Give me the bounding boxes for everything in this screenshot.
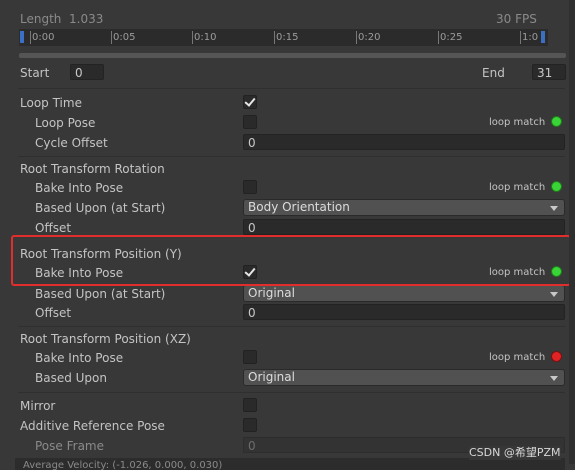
timeline-tick-label: 0:00 xyxy=(32,32,55,43)
start-label: Start xyxy=(20,66,50,80)
fps-label: 30 FPS xyxy=(496,12,537,26)
timeline-range-bar[interactable] xyxy=(19,53,566,58)
root-position-y-offset-field[interactable]: 0 xyxy=(243,304,565,320)
root-rotation-offset-label: Offset xyxy=(35,221,72,235)
end-field[interactable]: 31 xyxy=(532,64,566,80)
length-value: 1.033 xyxy=(69,12,104,26)
root-rotation-based-upon-dropdown[interactable]: Body Orientation xyxy=(243,199,565,216)
timeline-tick xyxy=(438,31,439,44)
root-rotation-bake-label: Bake Into Pose xyxy=(35,181,124,195)
timeline-tick xyxy=(30,31,31,44)
root-position-xz-bake-label: Bake Into Pose xyxy=(35,351,124,365)
timeline-tick xyxy=(520,31,521,44)
timeline-tick-label: 0:05 xyxy=(113,32,136,43)
root-rotation-status-indicator-icon xyxy=(551,181,562,192)
root-position-y-based-upon-value: Original xyxy=(248,286,295,300)
timeline-tick-label: 0:20 xyxy=(358,32,381,43)
root-position-xz-title: Root Transform Position (XZ) xyxy=(20,332,191,346)
root-position-xz-bake-checkbox[interactable] xyxy=(243,350,257,364)
root-position-xz-loop-match-label: loop match xyxy=(489,352,546,363)
mirror-checkbox[interactable] xyxy=(243,398,257,412)
start-field[interactable]: 0 xyxy=(70,64,104,80)
mirror-label: Mirror xyxy=(20,399,56,413)
root-rotation-bake-checkbox[interactable] xyxy=(243,180,257,194)
loop-pose-status-indicator-icon xyxy=(551,116,562,127)
chevron-down-icon xyxy=(550,376,558,381)
root-position-y-based-upon-dropdown[interactable]: Original xyxy=(243,285,565,302)
loop-pose-label: Loop Pose xyxy=(35,116,96,130)
root-rotation-based-upon-value: Body Orientation xyxy=(248,200,350,214)
timeline-tick-label: 1:0 xyxy=(522,32,539,43)
average-velocity-text: Average Velocity: (-1.026, 0.000, 0.030) xyxy=(23,460,223,470)
root-rotation-based-upon-label: Based Upon (at Start) xyxy=(35,201,166,215)
root-position-y-based-upon-label: Based Upon (at Start) xyxy=(35,287,166,301)
root-position-xz-based-upon-dropdown[interactable]: Original xyxy=(243,369,565,386)
pose-frame-label: Pose Frame xyxy=(35,439,104,453)
root-rotation-title: Root Transform Rotation xyxy=(20,162,165,176)
additive-reference-pose-checkbox[interactable] xyxy=(243,418,257,432)
divider xyxy=(18,88,565,89)
additive-reference-pose-label: Additive Reference Pose xyxy=(20,419,165,433)
loop-pose-checkbox[interactable] xyxy=(243,115,257,129)
root-position-xz-based-upon-label: Based Upon xyxy=(35,371,107,385)
loop-time-label: Loop Time xyxy=(20,96,82,110)
cycle-offset-label: Cycle Offset xyxy=(35,136,108,150)
root-position-xz-status-indicator-icon xyxy=(551,351,562,362)
timeline-tick-label: 0:25 xyxy=(440,32,463,43)
scrollbar[interactable] xyxy=(569,0,575,464)
timeline-tick xyxy=(356,31,357,44)
root-position-xz-based-upon-value: Original xyxy=(248,370,295,384)
timeline-tick xyxy=(111,31,112,44)
timeline-tick xyxy=(192,31,193,44)
root-rotation-offset-field[interactable]: 0 xyxy=(243,219,565,235)
highlight-box xyxy=(11,235,571,286)
timeline-tick-label: 0:10 xyxy=(194,32,217,43)
divider xyxy=(18,392,565,393)
divider xyxy=(18,326,565,327)
cycle-offset-field[interactable]: 0 xyxy=(243,134,565,150)
root-position-y-offset-label: Offset xyxy=(35,306,72,320)
loop-time-checkbox[interactable] xyxy=(243,95,257,109)
end-label: End xyxy=(482,66,505,80)
length-label: Length xyxy=(20,12,62,26)
timeline-start-handle[interactable] xyxy=(20,31,24,43)
chevron-down-icon xyxy=(550,292,558,297)
loop-pose-loop-match-label: loop match xyxy=(489,117,546,128)
timeline-tick xyxy=(274,31,275,44)
root-rotation-loop-match-label: loop match xyxy=(489,182,546,193)
chevron-down-icon xyxy=(550,206,558,211)
timeline-end-handle[interactable] xyxy=(541,31,545,43)
divider xyxy=(18,156,565,157)
watermark: CSDN @希望PZM xyxy=(469,446,561,460)
timeline-tick-label: 0:15 xyxy=(276,32,299,43)
